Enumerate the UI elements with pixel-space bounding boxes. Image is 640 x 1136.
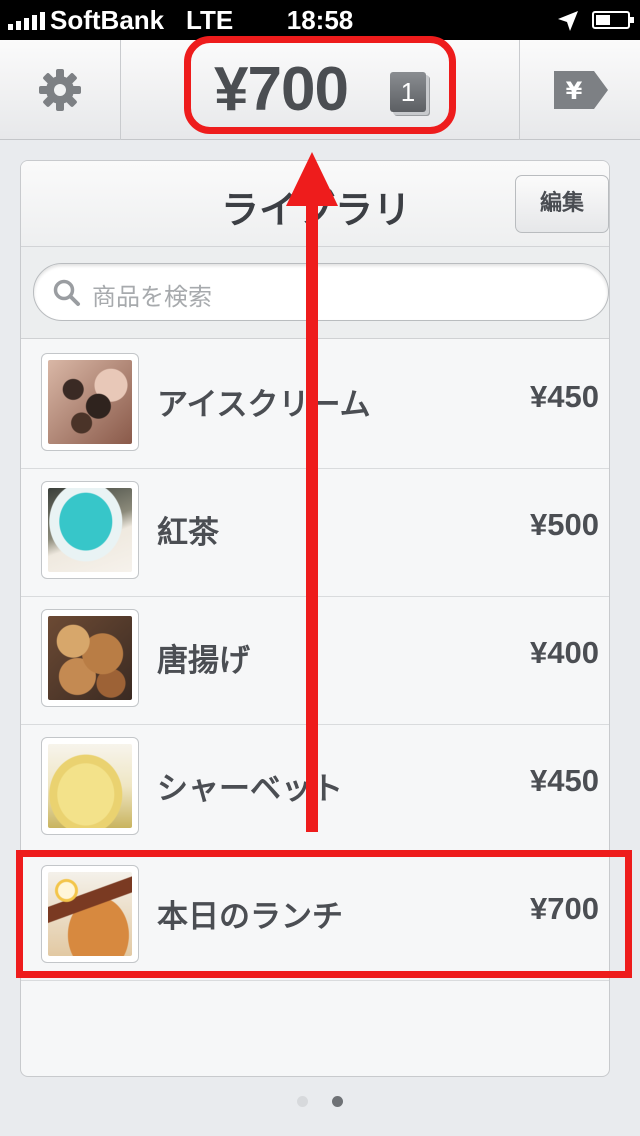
search-input[interactable]: 商品を検索 — [33, 263, 609, 321]
location-arrow-icon — [558, 11, 578, 31]
list-item[interactable]: 紅茶 ¥500 — [21, 469, 609, 597]
battery-icon — [592, 11, 634, 29]
yen-tag-icon[interactable]: ¥ — [552, 68, 610, 112]
search-placeholder: 商品を検索 — [92, 283, 212, 311]
library-panel: ライブラリ 編集 商品を検索 アイスクリーム ¥450 紅茶 ¥500 唐揚げ … — [20, 160, 610, 1077]
product-thumbnail — [41, 481, 139, 579]
product-name: アイスクリーム — [157, 387, 371, 423]
lunch-photo — [48, 872, 132, 956]
product-thumbnail — [41, 609, 139, 707]
product-name: 紅茶 — [157, 515, 219, 551]
total-amount: ¥700 — [214, 55, 349, 124]
search-bar: 商品を検索 — [21, 247, 609, 339]
page-dot-active — [332, 1096, 343, 1107]
search-icon — [53, 279, 80, 306]
karaage-photo — [48, 616, 132, 700]
product-price: ¥450 — [530, 379, 599, 414]
product-thumbnail — [41, 353, 139, 451]
list-item[interactable]: アイスクリーム ¥450 — [21, 341, 609, 469]
gear-icon[interactable] — [36, 66, 84, 114]
product-price: ¥700 — [530, 891, 599, 926]
top-toolbar: ¥700 1 ¥ — [0, 40, 640, 140]
product-name: 本日のランチ — [157, 899, 343, 935]
product-thumbnail — [41, 865, 139, 963]
page-dot — [297, 1096, 308, 1107]
product-name: 唐揚げ — [157, 643, 250, 679]
status-bar: SoftBank LTE 18:58 — [0, 0, 640, 40]
product-price: ¥400 — [530, 635, 599, 670]
list-item[interactable]: シャーベット ¥450 — [21, 725, 609, 853]
product-list: アイスクリーム ¥450 紅茶 ¥500 唐揚げ ¥400 シャーベット ¥45… — [21, 341, 609, 981]
sherbet-photo — [48, 744, 132, 828]
ice-cream-photo — [48, 360, 132, 444]
list-item[interactable]: 唐揚げ ¥400 — [21, 597, 609, 725]
product-name: シャーベット — [157, 771, 343, 807]
page-indicator[interactable] — [0, 1096, 640, 1107]
item-count-badge: 1 — [390, 72, 426, 112]
library-header: ライブラリ 編集 — [21, 161, 609, 247]
tea-photo — [48, 488, 132, 572]
product-price: ¥500 — [530, 507, 599, 542]
product-thumbnail — [41, 737, 139, 835]
cart-total[interactable]: ¥700 1 — [188, 40, 452, 140]
edit-button[interactable]: 編集 — [515, 175, 609, 233]
clock: 18:58 — [286, 5, 354, 35]
list-item[interactable]: 本日のランチ ¥700 — [21, 853, 609, 981]
svg-text:¥: ¥ — [566, 77, 583, 105]
product-price: ¥450 — [530, 763, 599, 798]
